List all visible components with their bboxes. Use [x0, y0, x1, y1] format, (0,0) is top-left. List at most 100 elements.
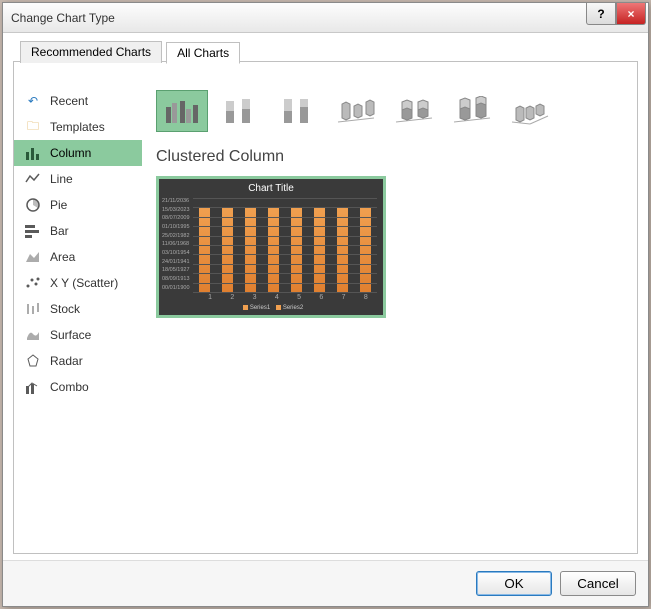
sidebar-item-label: Column — [50, 146, 91, 160]
chart-title: Chart Title — [159, 179, 383, 198]
grid-line — [193, 217, 377, 218]
sidebar-item-radar[interactable]: Radar — [14, 348, 142, 374]
subtype-3d-column[interactable] — [504, 90, 556, 132]
sidebar-item-stock[interactable]: Stock — [14, 296, 142, 322]
sidebar-item-label: Recent — [50, 94, 88, 108]
bar — [314, 207, 325, 292]
sidebar-item-bar[interactable]: Bar — [14, 218, 142, 244]
recent-icon: ↶ — [24, 92, 42, 110]
tab-all-charts[interactable]: All Charts — [166, 42, 240, 64]
bar — [199, 207, 210, 292]
main-panel: Clustered Column Chart Title 21/11/2036 1… — [142, 82, 637, 553]
sidebar-item-surface[interactable]: Surface — [14, 322, 142, 348]
sidebar-item-templates[interactable]: 🗀 Templates — [14, 114, 142, 140]
grid-line — [193, 292, 377, 293]
area-icon — [24, 248, 42, 266]
sidebar-item-scatter[interactable]: X Y (Scatter) — [14, 270, 142, 296]
sidebar-item-label: Radar — [50, 354, 83, 368]
legend-label: Series1 — [250, 305, 270, 311]
bar — [337, 207, 348, 292]
y-tick-label: 15/03/2023 — [162, 207, 190, 214]
button-label: Cancel — [577, 576, 619, 591]
subtype-clustered-column[interactable] — [156, 90, 208, 132]
y-tick-label: 03/10/1954 — [162, 250, 190, 257]
x-tick-label: 2 — [230, 294, 234, 301]
pie-icon — [24, 196, 42, 214]
dialog-body: Recommended Charts All Charts ↶ Recent 🗀… — [13, 61, 638, 554]
bar — [291, 207, 302, 292]
legend-swatch — [243, 305, 248, 310]
sidebar-item-label: Line — [50, 172, 73, 186]
window-buttons: ? × — [586, 3, 648, 25]
y-tick-label: 11/06/1968 — [162, 241, 190, 248]
x-tick-label: 1 — [208, 294, 212, 301]
line-icon — [24, 170, 42, 188]
y-tick-label: 21/11/2036 — [162, 198, 190, 205]
subtype-3d-clustered-column[interactable] — [330, 90, 382, 132]
sidebar-item-label: X Y (Scatter) — [50, 276, 118, 290]
cancel-button[interactable]: Cancel — [560, 571, 636, 596]
subtype-3d-100-stacked-column[interactable] — [446, 90, 498, 132]
ok-button[interactable]: OK — [476, 571, 552, 596]
sidebar-item-label: Combo — [50, 380, 89, 394]
bar-icon — [24, 222, 42, 240]
grid-line — [193, 207, 377, 208]
sidebar-item-area[interactable]: Area — [14, 244, 142, 270]
legend-swatch — [276, 305, 281, 310]
bar — [268, 207, 279, 292]
dialog-content: ↶ Recent 🗀 Templates Column Line P — [14, 82, 637, 553]
x-tick-label: 4 — [275, 294, 279, 301]
close-button[interactable]: × — [616, 3, 646, 25]
sidebar-item-label: Pie — [50, 198, 67, 212]
bar — [245, 207, 256, 292]
sidebar-item-line[interactable]: Line — [14, 166, 142, 192]
y-axis-labels: 21/11/203615/03/202308/07/200901/10/1995… — [159, 198, 193, 292]
tab-row: Recommended Charts All Charts — [20, 41, 240, 63]
tab-label: Recommended Charts — [31, 45, 151, 59]
tab-recommended-charts[interactable]: Recommended Charts — [20, 41, 162, 63]
x-tick-label: 8 — [364, 294, 368, 301]
titlebar: Change Chart Type ? × — [3, 3, 648, 33]
y-tick-label: 25/02/1982 — [162, 233, 190, 240]
combo-icon — [24, 378, 42, 396]
stock-icon — [24, 300, 42, 318]
subtype-100-stacked-column[interactable] — [272, 90, 324, 132]
x-tick-label: 3 — [253, 294, 257, 301]
chart-preview[interactable]: Chart Title 21/11/203615/03/202308/07/20… — [156, 176, 386, 318]
chart-legend: Series1 Series2 — [159, 303, 383, 315]
subtype-stacked-column[interactable] — [214, 90, 266, 132]
x-tick-label: 7 — [342, 294, 346, 301]
chart-category-sidebar: ↶ Recent 🗀 Templates Column Line P — [14, 82, 142, 553]
chart-body: 21/11/203615/03/202308/07/200901/10/1995… — [159, 198, 383, 292]
button-label: OK — [504, 576, 523, 591]
sidebar-item-label: Bar — [50, 224, 69, 238]
grid-line — [193, 283, 377, 284]
scatter-icon — [24, 274, 42, 292]
subtype-3d-stacked-column[interactable] — [388, 90, 440, 132]
y-tick-label: 01/10/1995 — [162, 224, 190, 231]
sidebar-item-label: Templates — [50, 120, 105, 134]
templates-icon: 🗀 — [24, 118, 42, 136]
y-tick-label: 24/01/1941 — [162, 259, 190, 266]
radar-icon — [24, 352, 42, 370]
sidebar-item-combo[interactable]: Combo — [14, 374, 142, 400]
sidebar-item-recent[interactable]: ↶ Recent — [14, 88, 142, 114]
legend-label: Series2 — [283, 305, 303, 311]
sidebar-item-label: Stock — [50, 302, 80, 316]
grid-line — [193, 226, 377, 227]
dialog-window: Change Chart Type ? × Recommended Charts… — [2, 2, 649, 607]
y-tick-label: 00/01/1900 — [162, 285, 190, 292]
grid-line — [193, 245, 377, 246]
bar — [360, 207, 371, 292]
sidebar-item-pie[interactable]: Pie — [14, 192, 142, 218]
help-button[interactable]: ? — [586, 3, 616, 25]
grid-line — [193, 254, 377, 255]
sidebar-item-column[interactable]: Column — [14, 140, 142, 166]
column-icon — [24, 144, 42, 162]
sidebar-item-label: Area — [50, 250, 75, 264]
grid-line — [193, 273, 377, 274]
tab-label: All Charts — [177, 46, 229, 60]
grid-line — [193, 264, 377, 265]
section-title: Clustered Column — [156, 148, 623, 166]
surface-icon — [24, 326, 42, 344]
